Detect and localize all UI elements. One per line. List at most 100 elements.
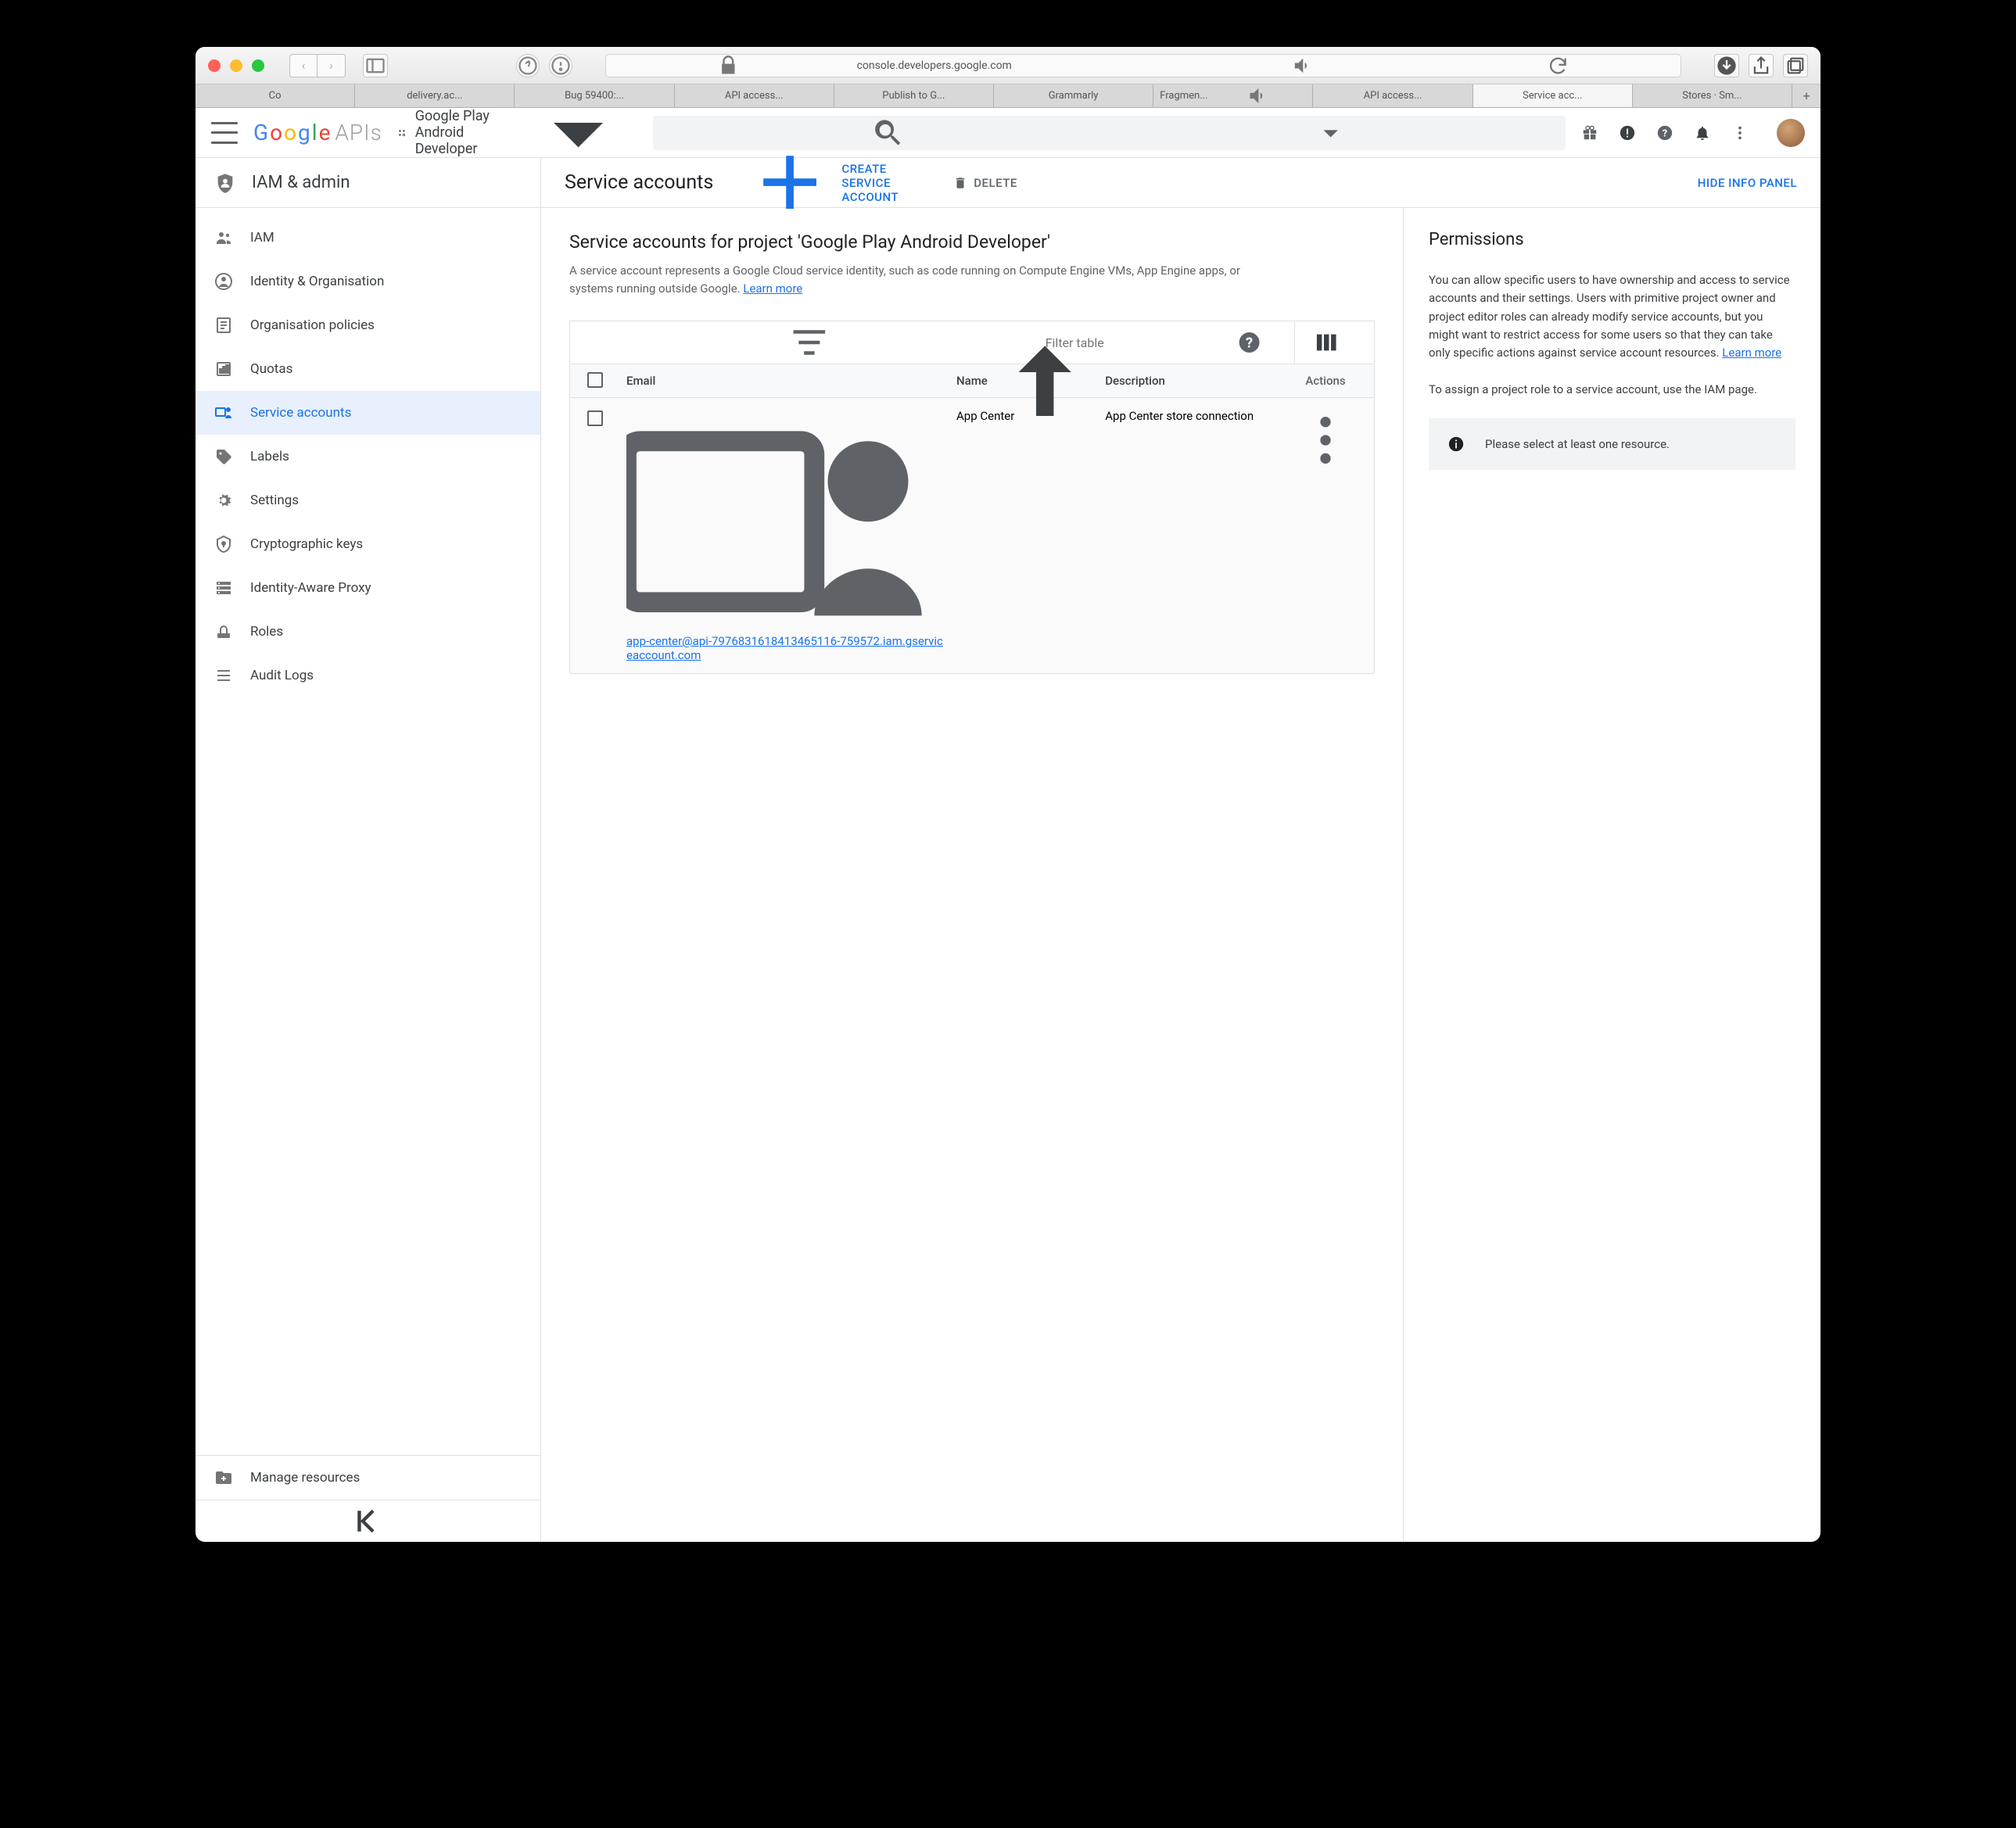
sidebar-item-labels[interactable]: Labels	[196, 435, 540, 479]
downloads-button[interactable]	[1714, 54, 1739, 77]
sidebar-header: IAM & admin	[196, 158, 540, 208]
sidebar-item-identity-aware-proxy[interactable]: Identity-Aware Proxy	[196, 566, 540, 610]
sidebar-item-label: Service accounts	[250, 405, 351, 421]
browser-tab[interactable]: delivery.ac...	[355, 84, 515, 107]
sidebar-toggle-button[interactable]	[363, 54, 388, 77]
column-header-email[interactable]: Email	[626, 374, 956, 388]
trash-icon	[953, 176, 967, 190]
info-icon	[1447, 435, 1465, 453]
quota-icon	[214, 360, 233, 378]
browser-tab[interactable]: Grammarly	[994, 84, 1153, 107]
window-minimize-button[interactable]	[230, 59, 242, 72]
sidebar-item-roles[interactable]: Roles	[196, 610, 540, 654]
browser-tab[interactable]: Publish to G...	[834, 84, 994, 107]
project-icon	[398, 125, 406, 141]
app-header: Google APIs Google Play Android Develope…	[196, 108, 1820, 158]
gift-icon[interactable]	[1581, 124, 1598, 142]
shield-icon	[214, 172, 236, 194]
page-title: Service accounts	[565, 171, 713, 194]
audio-icon	[1211, 84, 1307, 107]
info-panel: Permissions You can allow specific users…	[1403, 208, 1820, 1542]
lock-icon	[606, 55, 851, 77]
more-icon[interactable]	[1731, 124, 1749, 142]
browser-tab-active[interactable]: Service acc...	[1473, 84, 1633, 107]
collapse-sidebar-button[interactable]	[196, 1500, 540, 1542]
content-main: Service accounts for project 'Google Pla…	[541, 208, 1403, 1542]
page-toolbar: Service accounts CREATE SERVICE ACCOUNT …	[541, 158, 1820, 208]
sidebar-item-quotas[interactable]: Quotas	[196, 347, 540, 391]
share-button[interactable]	[1749, 54, 1774, 77]
column-header-actions: Actions	[1294, 374, 1357, 388]
browser-tab[interactable]: API access...	[1313, 84, 1473, 107]
sidebar-item-label: Labels	[250, 449, 289, 464]
columns-icon[interactable]	[1314, 321, 1338, 364]
section-heading: Service accounts for project 'Google Pla…	[569, 231, 1375, 253]
sidebar-item-label: Settings	[250, 493, 299, 508]
row-description: App Center store connection	[1105, 409, 1294, 423]
browser-forward-button[interactable]: ›	[317, 54, 346, 77]
service-account-email-link[interactable]: app-center@api-7976831618413465116-75957…	[626, 634, 943, 662]
panel-title: Permissions	[1429, 230, 1795, 249]
sidebar-item-label: Identity-Aware Proxy	[250, 580, 371, 596]
sidebar-item-identity-organisation[interactable]: Identity & Organisation	[196, 260, 540, 303]
sidebar-item-iam[interactable]: IAM	[196, 216, 540, 260]
dropdown-icon[interactable]	[1110, 116, 1551, 150]
browser-tab[interactable]: Fragmen...	[1153, 84, 1313, 107]
sidebar-item-label: Audit Logs	[250, 668, 314, 683]
browser-back-button[interactable]: ‹	[289, 54, 317, 77]
window-zoom-button[interactable]	[252, 59, 264, 72]
sidebar-item-service-accounts[interactable]: Service accounts	[196, 391, 540, 435]
select-all-checkbox[interactable]	[587, 372, 603, 388]
notifications-icon[interactable]	[1694, 124, 1711, 142]
row-actions-button[interactable]	[1294, 409, 1357, 471]
sidebar: IAM & admin IAM Identity & Organisation Or…	[196, 158, 541, 1542]
sidebar-item-cryptographic-keys[interactable]: Cryptographic keys	[196, 522, 540, 566]
alert-text: Please select at least one resource.	[1485, 437, 1670, 451]
new-tab-button[interactable]: +	[1792, 84, 1820, 107]
tabs-button[interactable]	[1783, 54, 1808, 77]
svg-text:?: ?	[1663, 127, 1667, 139]
alert-icon[interactable]	[1619, 124, 1636, 142]
sidebar-item-settings[interactable]: Settings	[196, 479, 540, 522]
sidebar-title: IAM & admin	[252, 173, 350, 192]
browser-tab[interactable]: API access...	[675, 84, 834, 107]
reload-icon[interactable]	[1436, 55, 1681, 77]
google-apis-logo[interactable]: Google APIs	[253, 120, 382, 145]
audio-icon	[1181, 55, 1426, 77]
svg-text:?: ?	[1246, 335, 1253, 351]
column-header-description[interactable]: Description	[1105, 374, 1294, 388]
url-text: console.developers.google.com	[857, 59, 1012, 72]
browser-tab[interactable]: Co	[196, 84, 355, 107]
table-row: app-center@api-7976831618413465116-75957…	[570, 398, 1374, 673]
sidebar-item-audit-logs[interactable]: Audit Logs	[196, 654, 540, 697]
delete-button[interactable]: DELETE	[953, 176, 1017, 190]
window-close-button[interactable]	[208, 59, 221, 72]
service-account-icon	[626, 409, 949, 634]
learn-more-link[interactable]: Learn more	[743, 281, 802, 296]
sidebar-item-organisation-policies[interactable]: Organisation policies	[196, 303, 540, 347]
browser-tab[interactable]: Bug 59400:...	[515, 84, 674, 107]
help-icon[interactable]: ?	[1656, 124, 1673, 142]
row-checkbox[interactable]	[587, 410, 603, 426]
user-avatar[interactable]	[1777, 119, 1805, 147]
hide-info-panel-button[interactable]: HIDE INFO PANEL	[1698, 176, 1797, 190]
help-icon[interactable]: ?	[1237, 321, 1261, 364]
project-name: Google Play Android Developer	[415, 108, 511, 157]
nav-menu-button[interactable]	[211, 122, 238, 144]
browser-tab-bar: Co delivery.ac... Bug 59400:... API acce…	[196, 84, 1820, 108]
browser-url-bar[interactable]: console.developers.google.com	[605, 54, 1681, 77]
tag-icon	[214, 447, 233, 466]
sidebar-item-label: Identity & Organisation	[250, 274, 384, 289]
service-account-icon	[214, 403, 233, 422]
roles-icon	[214, 622, 233, 641]
sidebar-item-label: Roles	[250, 624, 283, 640]
alert-box: Please select at least one resource.	[1429, 418, 1795, 470]
browser-tab[interactable]: Stores · Sm...	[1633, 84, 1792, 107]
row-name: App Center	[956, 409, 1105, 423]
chevron-left-icon	[214, 1500, 522, 1542]
manage-resources-link[interactable]: Manage resources	[196, 1456, 540, 1500]
list-doc-icon	[214, 316, 233, 335]
panel-text: You can allow specific users to have own…	[1429, 271, 1795, 362]
service-accounts-table: ? Email Name Description Actions	[569, 321, 1375, 674]
learn-more-link[interactable]: Learn more	[1722, 346, 1781, 360]
